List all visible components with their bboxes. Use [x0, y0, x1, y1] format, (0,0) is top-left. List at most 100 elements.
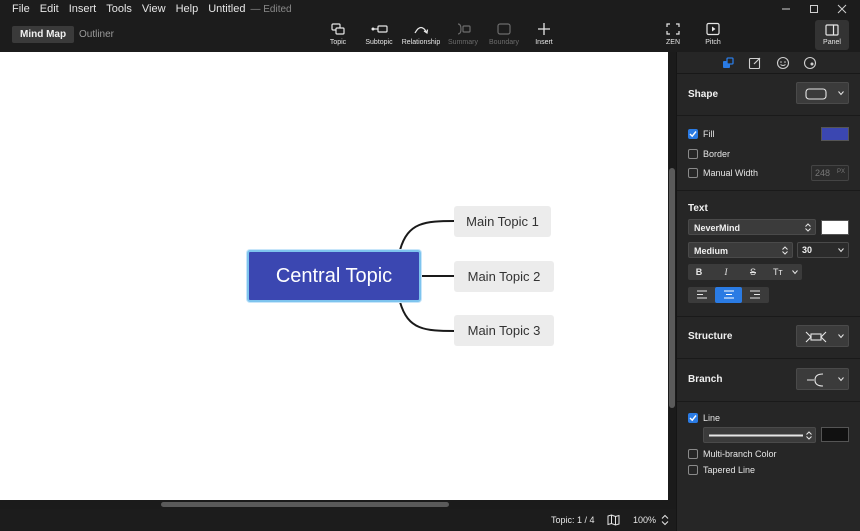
pitch-button[interactable]: Pitch — [683, 22, 743, 46]
branch-line-3 — [399, 301, 456, 332]
emoji-tab-icon[interactable] — [776, 56, 790, 70]
text-title: Text — [688, 203, 708, 214]
summary-icon — [457, 23, 471, 35]
menu-edit[interactable]: Edit — [40, 3, 59, 15]
central-topic[interactable]: Central Topic — [247, 250, 421, 302]
bold-button[interactable]: B — [688, 264, 710, 280]
align-left-button[interactable] — [689, 287, 715, 303]
line-color-swatch[interactable] — [821, 427, 849, 442]
font-family-value: NeverMind — [694, 223, 741, 233]
document-title: Untitled — [208, 3, 246, 15]
pitch-label: Pitch — [705, 39, 721, 46]
maximize-icon — [810, 5, 818, 13]
tapered-line-label: Tapered Line — [703, 465, 756, 475]
fill-checkbox[interactable] — [688, 129, 698, 139]
theme-tab-icon[interactable] — [803, 56, 817, 70]
chevron-down-icon — [838, 377, 844, 382]
divider — [677, 401, 860, 402]
manual-width-input[interactable]: 248 PX — [811, 165, 849, 181]
fill-label: Fill — [703, 129, 715, 139]
status-bar: Topic: 1 / 4 100% — [0, 509, 676, 531]
structure-title: Structure — [688, 331, 733, 342]
menu-view[interactable]: View — [142, 3, 166, 15]
border-label: Border — [703, 149, 731, 159]
align-right-button[interactable] — [742, 287, 768, 303]
zoom-level[interactable]: 100% — [633, 515, 656, 525]
horizontal-scroll-thumb[interactable] — [161, 502, 449, 507]
horizontal-scrollbar[interactable] — [0, 500, 676, 509]
align-left-icon — [697, 290, 707, 299]
multi-branch-color-checkbox[interactable] — [688, 449, 698, 459]
zoom-stepper-icon[interactable] — [661, 514, 669, 526]
minimize-button[interactable] — [772, 0, 800, 18]
font-family-dropdown[interactable]: NeverMind — [688, 219, 816, 235]
boundary-icon — [497, 23, 511, 35]
font-weight-dropdown[interactable]: Medium — [688, 242, 793, 258]
pitch-icon — [706, 22, 720, 36]
border-checkbox[interactable] — [688, 149, 698, 159]
format-panel: Shape Fill Border Manual Width 248 PX Te… — [676, 52, 860, 531]
line-checkbox[interactable] — [688, 413, 698, 423]
text-color-swatch[interactable] — [821, 220, 849, 235]
panel-tabs — [677, 52, 860, 74]
tapered-line-checkbox[interactable] — [688, 465, 698, 475]
tab-outliner[interactable]: Outliner — [71, 26, 122, 43]
relationship-icon — [414, 26, 429, 35]
toolbar: Mind Map Outliner Topic Subtopic Relatio… — [0, 18, 860, 52]
menu-help[interactable]: Help — [176, 3, 199, 15]
close-button[interactable] — [828, 0, 856, 18]
maximize-button[interactable] — [800, 0, 828, 18]
line-width-dropdown[interactable] — [703, 427, 816, 443]
text-case-dropdown[interactable]: Tт — [768, 264, 802, 280]
shape-title: Shape — [688, 89, 719, 100]
insert-label: Insert — [535, 39, 553, 46]
divider — [677, 190, 860, 191]
divider — [677, 358, 860, 359]
font-weight-value: Medium — [694, 246, 729, 256]
main-topic-2[interactable]: Main Topic 2 — [454, 261, 554, 292]
minimize-icon — [782, 8, 790, 10]
chevron-down-icon — [838, 334, 844, 339]
structure-dropdown[interactable] — [796, 325, 849, 347]
vertical-scrollbar[interactable] — [668, 52, 676, 500]
divider — [677, 115, 860, 116]
italic-button[interactable]: I — [715, 264, 737, 280]
align-center-icon — [723, 290, 734, 299]
document-status: — Edited — [250, 3, 292, 15]
mind-map-canvas[interactable]: Central Topic Main Topic 1 Main Topic 2 … — [0, 52, 668, 500]
branch-curve-icon — [807, 373, 824, 387]
align-center-button[interactable] — [715, 287, 742, 303]
rounded-rect-shape-icon — [805, 88, 827, 100]
vertical-scroll-thumb[interactable] — [669, 168, 675, 408]
main-topic-1[interactable]: Main Topic 1 — [454, 206, 551, 237]
menu-insert[interactable]: Insert — [69, 3, 97, 15]
chevron-down-icon — [838, 248, 844, 253]
divider — [677, 316, 860, 317]
style-tab-icon[interactable] — [721, 56, 735, 70]
structure-map-icon — [805, 331, 827, 343]
manual-width-checkbox[interactable] — [688, 168, 698, 178]
updown-icon — [806, 431, 812, 440]
menu-tools[interactable]: Tools — [106, 3, 132, 15]
menu-bar: File Edit Insert Tools View Help Untitle… — [0, 0, 860, 18]
main-topic-3[interactable]: Main Topic 3 — [454, 315, 554, 346]
shape-dropdown[interactable] — [796, 82, 849, 104]
subtopic-icon — [371, 25, 388, 33]
line-thickness-icon — [709, 434, 803, 437]
panel-button[interactable]: Panel — [815, 20, 849, 50]
format-tab-icon[interactable] — [748, 56, 762, 70]
menu-file[interactable]: File — [12, 3, 30, 15]
branch-style-dropdown[interactable] — [796, 368, 849, 390]
branch-title: Branch — [688, 374, 723, 385]
manual-width-unit: PX — [837, 169, 846, 175]
insert-button[interactable]: Insert — [514, 22, 574, 46]
chevron-down-icon — [838, 91, 844, 96]
strikethrough-button[interactable]: S — [742, 264, 764, 280]
tab-mind-map[interactable]: Mind Map — [12, 26, 75, 43]
font-size-dropdown[interactable]: 30 — [797, 242, 849, 258]
plus-icon — [538, 23, 550, 35]
multi-branch-color-label: Multi-branch Color — [703, 449, 777, 459]
fill-color-swatch[interactable] — [821, 127, 849, 141]
close-icon — [837, 4, 847, 14]
map-icon[interactable] — [607, 514, 620, 526]
